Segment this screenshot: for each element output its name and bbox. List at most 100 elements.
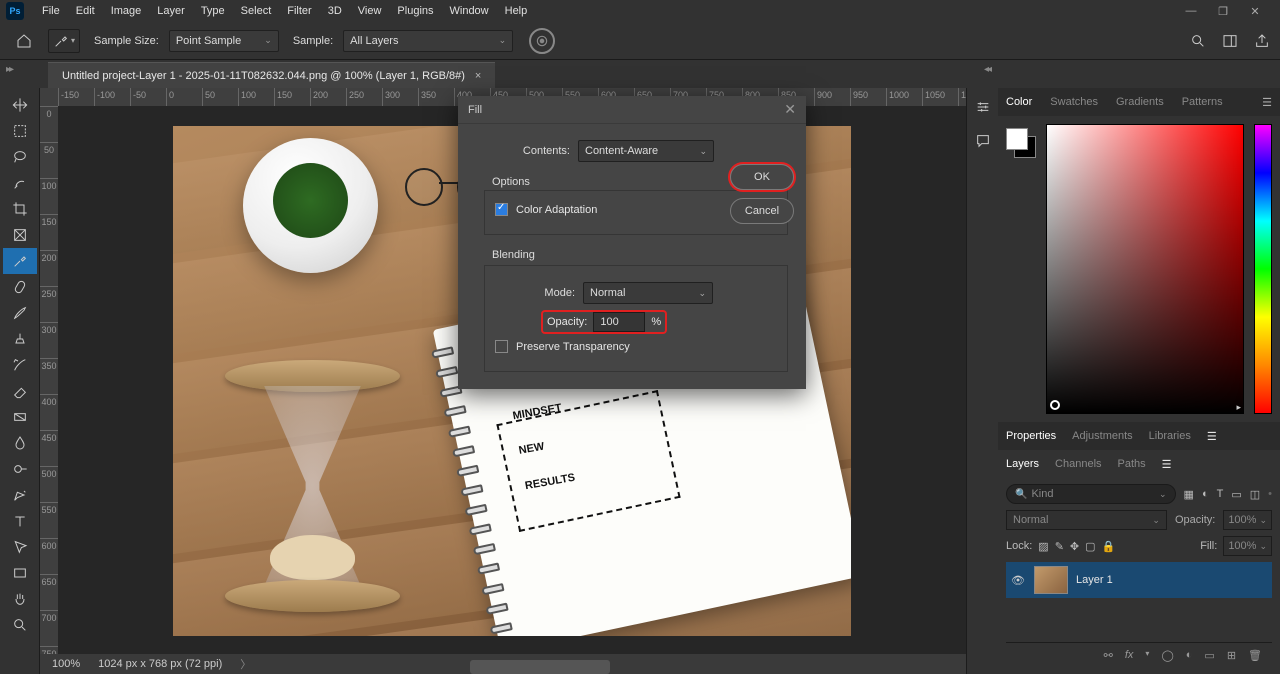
document-tab[interactable]: Untitled project-Layer 1 - 2025-01-11T08… bbox=[48, 62, 495, 88]
panel-menu-icon-3[interactable]: ☰ bbox=[1162, 458, 1172, 471]
minimize-icon[interactable]: — bbox=[1184, 5, 1198, 17]
menu-3d[interactable]: 3D bbox=[320, 2, 350, 20]
workspace-icon[interactable] bbox=[1222, 33, 1238, 49]
blur-tool[interactable] bbox=[3, 430, 37, 456]
group-icon[interactable]: ▭ bbox=[1204, 649, 1214, 662]
clone-stamp-tool[interactable] bbox=[3, 326, 37, 352]
tab-libraries[interactable]: Libraries bbox=[1149, 430, 1191, 442]
brush-tool[interactable] bbox=[3, 300, 37, 326]
lock-transparent-icon[interactable]: ▨ bbox=[1038, 540, 1048, 553]
frame-tool[interactable] bbox=[3, 222, 37, 248]
fx-icon[interactable]: fx bbox=[1125, 649, 1134, 662]
marquee-tool[interactable] bbox=[3, 118, 37, 144]
quick-select-tool[interactable] bbox=[3, 170, 37, 196]
menu-file[interactable]: File bbox=[34, 2, 68, 20]
panel-menu-icon-2[interactable]: ☰ bbox=[1207, 430, 1217, 443]
ok-button[interactable]: OK bbox=[730, 164, 794, 190]
eyedropper-tool[interactable] bbox=[3, 248, 37, 274]
path-select-tool[interactable] bbox=[3, 534, 37, 560]
layer-opacity-dropdown[interactable]: 100%⌄ bbox=[1223, 510, 1272, 530]
color-field[interactable]: ▸ bbox=[1046, 124, 1244, 414]
tab-channels[interactable]: Channels bbox=[1055, 458, 1101, 470]
filter-toggle-icon[interactable]: • bbox=[1268, 488, 1272, 501]
close-tab-icon[interactable]: × bbox=[475, 70, 481, 82]
doc-info[interactable]: 1024 px x 768 px (72 ppi) bbox=[98, 658, 222, 670]
menu-type[interactable]: Type bbox=[193, 2, 233, 20]
filter-adjust-icon[interactable]: ◐ bbox=[1202, 488, 1209, 501]
home-icon[interactable] bbox=[10, 27, 38, 55]
menu-layer[interactable]: Layer bbox=[149, 2, 193, 20]
tab-layers[interactable]: Layers bbox=[1006, 458, 1039, 470]
lock-all-icon[interactable]: 🔒 bbox=[1102, 540, 1116, 553]
filter-pixel-icon[interactable]: ▦ bbox=[1184, 488, 1194, 501]
history-brush-tool[interactable] bbox=[3, 352, 37, 378]
move-tool[interactable] bbox=[3, 92, 37, 118]
crop-tool[interactable] bbox=[3, 196, 37, 222]
mask-icon[interactable]: ◯ bbox=[1161, 649, 1173, 662]
mode-dropdown[interactable]: Normal⌄ bbox=[583, 282, 713, 304]
panel-comment-icon[interactable] bbox=[972, 130, 994, 152]
pen-tool[interactable] bbox=[3, 482, 37, 508]
dodge-tool[interactable] bbox=[3, 456, 37, 482]
tab-paths[interactable]: Paths bbox=[1118, 458, 1146, 470]
menu-view[interactable]: View bbox=[350, 2, 390, 20]
zoom-level[interactable]: 100% bbox=[52, 658, 80, 670]
gradient-tool[interactable] bbox=[3, 404, 37, 430]
menu-image[interactable]: Image bbox=[103, 2, 150, 20]
menu-edit[interactable]: Edit bbox=[68, 2, 103, 20]
type-tool[interactable] bbox=[3, 508, 37, 534]
lock-position-icon[interactable]: ✥ bbox=[1070, 540, 1079, 553]
menu-plugins[interactable]: Plugins bbox=[389, 2, 441, 20]
dlg-opacity-input[interactable]: 100 bbox=[593, 312, 645, 332]
restore-icon[interactable]: ❐ bbox=[1216, 5, 1230, 18]
color-adapt-checkbox[interactable] bbox=[495, 203, 508, 216]
collapse-left-icon[interactable]: ▸▸ bbox=[6, 64, 12, 75]
layer-row[interactable]: 👁 Layer 1 bbox=[1006, 562, 1272, 598]
eraser-tool[interactable] bbox=[3, 378, 37, 404]
layer-fill-dropdown[interactable]: 100%⌄ bbox=[1223, 536, 1272, 556]
tool-preset-eyedropper[interactable]: ▾ bbox=[48, 29, 80, 53]
tab-swatches[interactable]: Swatches bbox=[1050, 96, 1098, 108]
lock-brush-icon[interactable]: ✎ bbox=[1055, 540, 1064, 553]
ruler-origin[interactable] bbox=[40, 88, 58, 106]
hand-tool[interactable] bbox=[3, 586, 37, 612]
dialog-close-icon[interactable]: ✕ bbox=[784, 101, 796, 118]
foreground-background-swatch[interactable] bbox=[1006, 128, 1036, 158]
rectangle-tool[interactable] bbox=[3, 560, 37, 586]
filter-type-icon[interactable]: T bbox=[1217, 488, 1224, 501]
share-icon[interactable] bbox=[1254, 33, 1270, 49]
filter-smart-icon[interactable]: ◫ bbox=[1250, 488, 1260, 501]
sample-size-dropdown[interactable]: Point Sample⌄ bbox=[169, 30, 279, 52]
menu-select[interactable]: Select bbox=[233, 2, 280, 20]
tab-gradients[interactable]: Gradients bbox=[1116, 96, 1164, 108]
tab-color[interactable]: Color bbox=[1006, 96, 1032, 108]
adjustment-icon[interactable]: ◐ bbox=[1186, 649, 1193, 662]
panel-slider-icon[interactable] bbox=[972, 96, 994, 118]
panel-menu-icon[interactable]: ☰ bbox=[1262, 96, 1272, 109]
layer-filter-search[interactable]: 🔍Kind⌄ bbox=[1006, 484, 1176, 504]
menu-window[interactable]: Window bbox=[442, 2, 497, 20]
link-layers-icon[interactable]: ⚯ bbox=[1104, 649, 1113, 662]
menu-help[interactable]: Help bbox=[497, 2, 536, 20]
sample-dropdown[interactable]: All Layers⌄ bbox=[343, 30, 513, 52]
cancel-button[interactable]: Cancel bbox=[730, 198, 794, 224]
search-icon[interactable] bbox=[1190, 33, 1206, 49]
collapse-right-icon[interactable]: ◂◂ bbox=[984, 64, 990, 75]
close-window-icon[interactable]: ✕ bbox=[1248, 5, 1262, 18]
layer-name[interactable]: Layer 1 bbox=[1076, 574, 1113, 586]
blend-mode-dropdown[interactable]: Normal⌄ bbox=[1006, 510, 1167, 530]
horizontal-scrollbar[interactable] bbox=[470, 660, 610, 674]
menu-filter[interactable]: Filter bbox=[279, 2, 319, 20]
healing-brush-tool[interactable] bbox=[3, 274, 37, 300]
visibility-icon[interactable]: 👁 bbox=[1010, 574, 1026, 587]
contents-dropdown[interactable]: Content-Aware⌄ bbox=[578, 140, 714, 162]
tab-properties[interactable]: Properties bbox=[1006, 430, 1056, 442]
hue-slider[interactable] bbox=[1254, 124, 1272, 414]
filter-shape-icon[interactable]: ▭ bbox=[1231, 488, 1241, 501]
new-layer-icon[interactable]: ⊞ bbox=[1227, 649, 1236, 662]
ruler-vertical[interactable]: 0501001502002503003504004505005506006507… bbox=[40, 106, 58, 674]
tab-patterns[interactable]: Patterns bbox=[1182, 96, 1223, 108]
zoom-tool[interactable] bbox=[3, 612, 37, 638]
layer-thumbnail[interactable] bbox=[1034, 566, 1068, 594]
preserve-transparency-checkbox[interactable] bbox=[495, 340, 508, 353]
